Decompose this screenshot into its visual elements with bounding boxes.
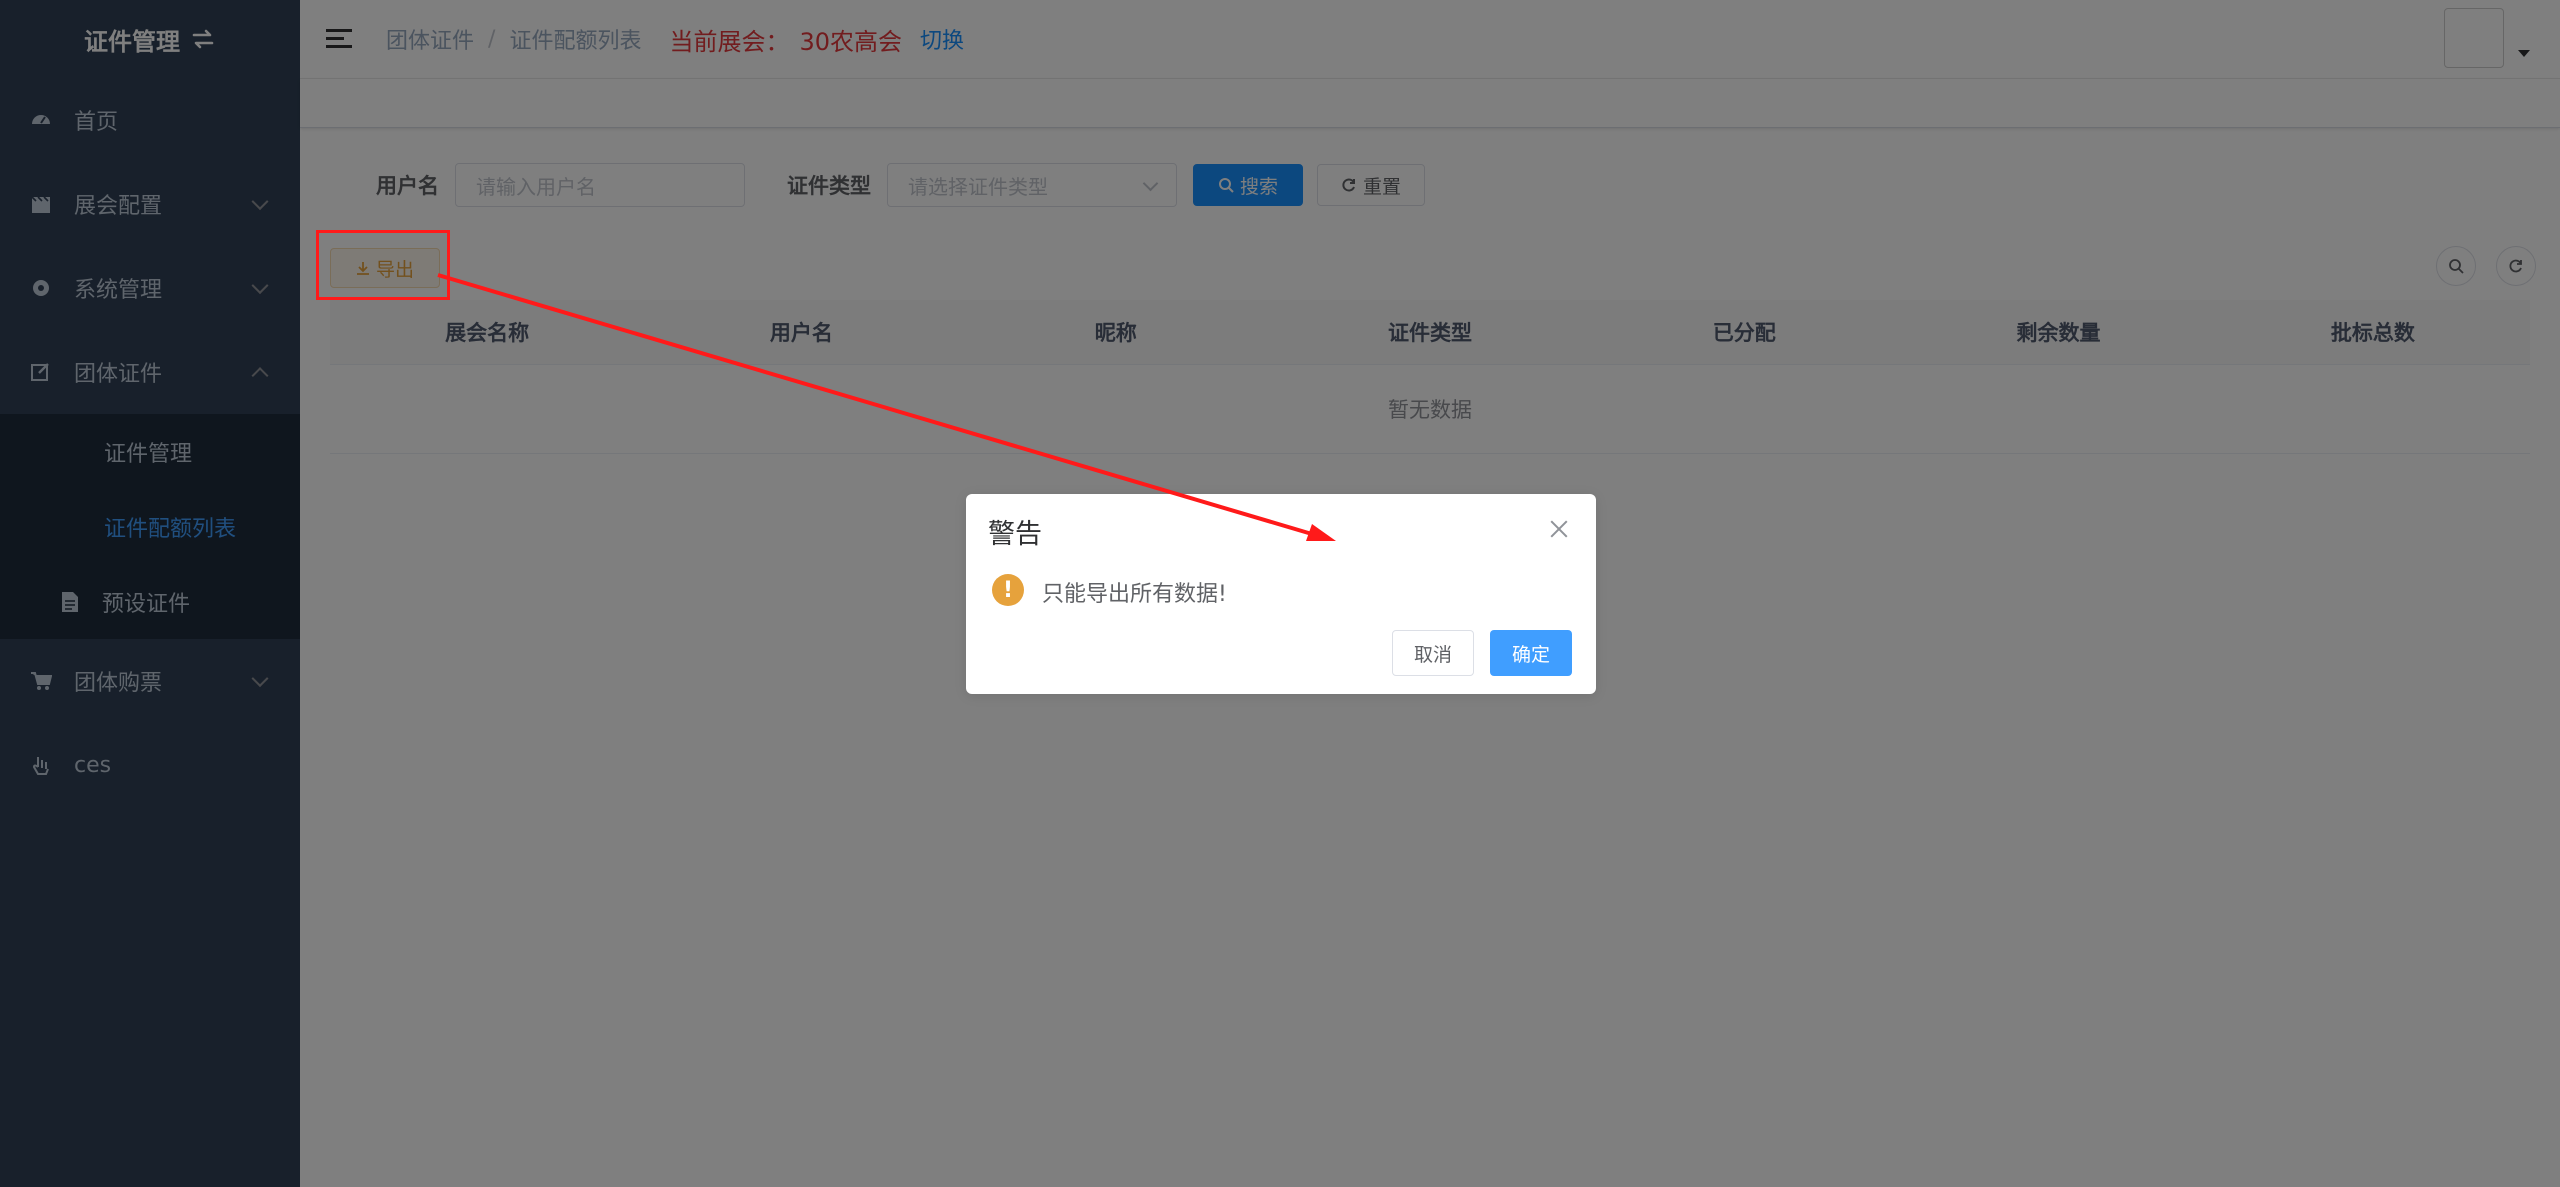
dialog-title: 警告	[988, 519, 1042, 550]
warning-dialog: 警告 ! 只能导出所有数据! 取消 确定	[966, 494, 1596, 694]
dialog-message: 只能导出所有数据!	[1042, 582, 1227, 607]
warning-icon: !	[992, 574, 1024, 606]
close-icon[interactable]	[1550, 520, 1568, 538]
cancel-button[interactable]: 取消	[1392, 630, 1474, 676]
annotation-highlight-box	[316, 230, 450, 300]
confirm-button[interactable]: 确定	[1490, 630, 1572, 676]
